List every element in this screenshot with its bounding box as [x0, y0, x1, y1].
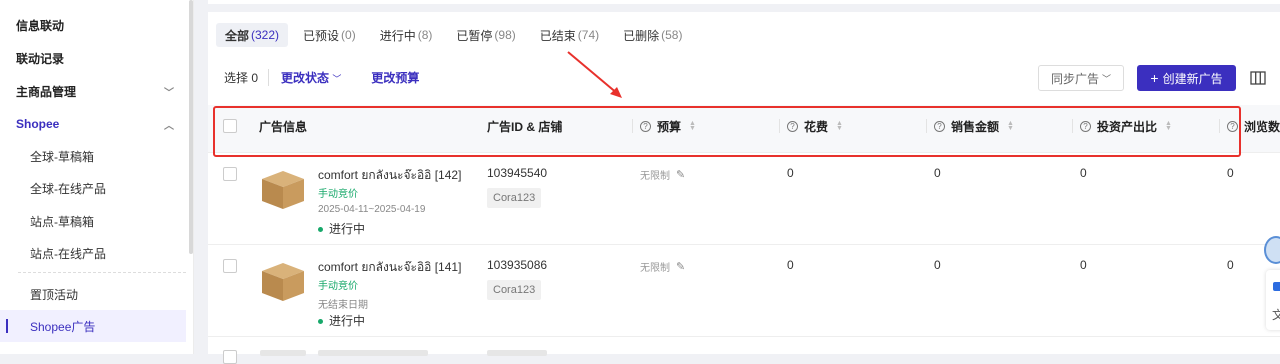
chat-icon[interactable] [1273, 282, 1280, 291]
floating-toolbar: 文 [1266, 270, 1280, 330]
views-value: 0 [1227, 166, 1234, 180]
selected-count: 选择 0 [224, 68, 270, 86]
sidebar: 信息联动 联动记录 主商品管理 ﹀ Shopee ︿ 全球-草稿箱 全球-在线产品 … [0, 0, 194, 354]
table-row: comfort ยกลังนะจ๊ะอิอิ [142] 手动竞价 2025-0… [208, 153, 1280, 245]
sidebar-item-link-records[interactable]: 联动记录 [0, 42, 186, 74]
bid-type: 手动竞价 [318, 189, 358, 200]
budget-cell: 无限制 ✎ [640, 168, 686, 182]
header-highlight-box [213, 106, 1241, 157]
sidebar-scrollbar[interactable] [189, 0, 193, 254]
edit-icon[interactable]: ✎ [676, 168, 685, 181]
sidebar-item-info-link[interactable]: 信息联动 [0, 9, 186, 41]
product-thumbnail[interactable] [258, 167, 308, 211]
ads-panel: 全部 (322) 已预设 (0) 进行中 (8) 已暂停 (98) 已结束 (74) 已删… [208, 12, 1280, 364]
bid-type: 手动竞价 [318, 281, 358, 292]
row-checkbox[interactable] [223, 259, 237, 273]
selected-indicator [6, 319, 8, 333]
plus-icon: + [1150, 70, 1159, 86]
ad-id: 103945540 [487, 166, 548, 180]
row-checkbox[interactable] [223, 350, 237, 364]
tab-paused[interactable]: 已暂停 (98) [447, 23, 524, 47]
roas-value: 0 [1080, 166, 1087, 180]
columns-icon [1250, 71, 1266, 85]
annotation-arrow-icon [567, 51, 622, 98]
ad-dates: 2025-04-11~2025-04-19 [318, 204, 426, 215]
sidebar-item-main-product[interactable]: 主商品管理 ﹀ [0, 75, 186, 107]
row-checkbox[interactable] [223, 167, 237, 181]
shop-tag: Cora123 [487, 188, 542, 208]
sync-ads-button[interactable]: 同步广告 ﹀ [1038, 65, 1124, 91]
views-value: 0 [1227, 258, 1234, 272]
sales-value: 0 [934, 166, 941, 180]
sidebar-item-site-drafts[interactable]: 站点-草稿箱 [0, 205, 186, 237]
columns-toggle-button[interactable] [1244, 65, 1272, 91]
tab-ended[interactable]: 已结束 (74) [531, 23, 608, 47]
ad-name[interactable]: comfort ยกลังนะจ๊ะอิอิ [141] [318, 258, 461, 277]
table-row-partial [208, 350, 1280, 364]
spend-value: 0 [787, 166, 794, 180]
status-dot [318, 319, 323, 325]
sidebar-item-site-online[interactable]: 站点-在线产品 [0, 237, 186, 269]
sidebar-item-shopee[interactable]: Shopee ︿ [0, 108, 186, 140]
top-strip [208, 0, 1280, 4]
roas-value: 0 [1080, 258, 1087, 272]
sidebar-item-shopee-ads[interactable]: Shopee广告 [0, 310, 186, 342]
translate-icon[interactable]: 文 [1272, 306, 1280, 323]
change-budget-link[interactable]: 更改预算 [371, 69, 419, 86]
status-dot [318, 227, 323, 233]
ad-name[interactable]: comfort ยกลังนะจ๊ะอิอิ [142] [318, 166, 461, 185]
sidebar-item-top-promo[interactable]: 置顶活动 [0, 278, 186, 310]
ad-id: 103935086 [487, 258, 548, 272]
chevron-down-icon: ﹀ [164, 87, 174, 99]
table-row: comfort ยกลังนะจ๊ะอิอิ [141] 手动竞价 无结束日期 … [208, 245, 1280, 337]
ad-status: 进行中 [318, 312, 365, 329]
change-status-link[interactable]: 更改状态 ﹀ [281, 69, 341, 86]
shop-tag: Cora123 [487, 280, 542, 300]
bulk-toolbar: 选择 0 更改状态 ﹀ 更改预算 [224, 66, 419, 88]
chevron-up-icon: ︿ [164, 120, 174, 132]
edit-icon[interactable]: ✎ [676, 260, 685, 273]
tab-all[interactable]: 全部 (322) [216, 23, 289, 47]
tab-running[interactable]: 进行中 (8) [371, 23, 442, 47]
tab-preset[interactable]: 已预设 (0) [294, 23, 365, 47]
status-tabs: 全部 (322) 已预设 (0) 进行中 (8) 已暂停 (98) 已结束 (74) 已删… [216, 23, 691, 47]
budget-cell: 无限制 ✎ [640, 260, 686, 274]
sales-value: 0 [934, 258, 941, 272]
sidebar-divider [18, 272, 186, 273]
chevron-down-icon: ﹀ [332, 73, 342, 84]
create-ad-button[interactable]: + 创建新广告 [1137, 65, 1236, 91]
spend-value: 0 [787, 258, 794, 272]
ad-status: 进行中 [318, 220, 365, 237]
ad-dates: 无结束日期 [318, 300, 368, 311]
sidebar-item-global-drafts[interactable]: 全球-草稿箱 [0, 140, 186, 172]
chevron-down-icon: ﹀ [1102, 73, 1112, 84]
tab-deleted[interactable]: 已删除 (58) [614, 23, 691, 47]
sidebar-item-global-online[interactable]: 全球-在线产品 [0, 172, 186, 204]
product-thumbnail[interactable] [258, 259, 308, 303]
